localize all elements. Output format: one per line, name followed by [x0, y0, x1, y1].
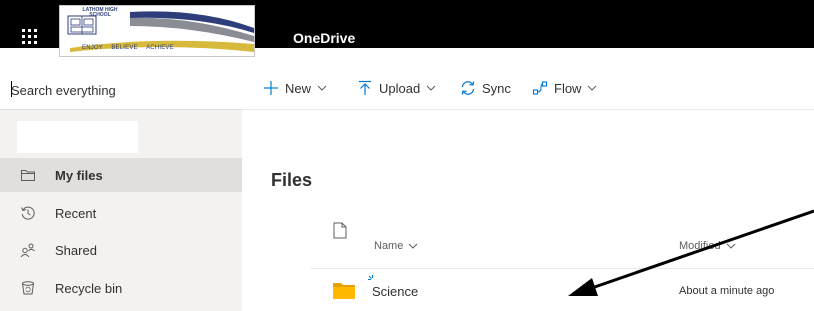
new-button[interactable]: New: [263, 78, 327, 98]
flow-icon: [532, 81, 548, 95]
nav-item-recent[interactable]: Recent: [0, 196, 242, 230]
modified-date: About a minute ago: [679, 285, 775, 297]
nav-item-label: My files: [55, 168, 103, 183]
motto-word-enjoy: ENJOY: [82, 45, 104, 51]
column-header-name[interactable]: Name: [374, 240, 418, 252]
page-title: Files: [271, 170, 313, 190]
file-type-icon: [333, 222, 347, 239]
flow-button[interactable]: Flow: [532, 78, 597, 98]
motto-word-believe: BELIEVE: [111, 45, 138, 51]
nav-item-label: Recycle bin: [55, 281, 123, 296]
flow-label: Flow: [554, 80, 582, 96]
table-row[interactable]: Science About a minute ago: [242, 270, 814, 311]
chevron-down-icon: [726, 243, 735, 249]
file-name-link[interactable]: Science: [372, 284, 418, 299]
column-header-label: Name: [374, 240, 404, 252]
upload-button[interactable]: Upload: [357, 78, 436, 98]
folder-icon: [333, 283, 355, 299]
nav-item-my-files[interactable]: My files: [0, 158, 242, 192]
people-icon: [20, 243, 35, 258]
chevron-down-icon: [408, 243, 418, 249]
school-motto: ENJOY • BELIEVE • ACHIEVE: [82, 45, 174, 51]
sync-button[interactable]: Sync: [460, 78, 511, 98]
upload-label: Upload: [379, 80, 421, 96]
recycle-bin-icon: [22, 281, 34, 295]
motto-word-achieve: ACHIEVE: [146, 45, 174, 51]
chevron-down-icon: [317, 85, 327, 91]
sync-icon: [461, 81, 475, 95]
search-box[interactable]: Search everything: [0, 66, 242, 110]
upload-icon: [359, 80, 371, 95]
waffle-icon: [21, 28, 37, 44]
column-header-modified[interactable]: Modified: [679, 240, 736, 252]
nav-item-shared[interactable]: Shared: [0, 233, 242, 267]
motto-separator: •: [140, 45, 144, 51]
user-name-placeholder: [17, 121, 138, 153]
folder-outline-icon: [21, 170, 35, 181]
nav-item-label: Recent: [55, 206, 97, 221]
search-input[interactable]: Search everything: [11, 83, 116, 98]
sync-label: Sync: [482, 80, 511, 96]
left-nav: Search everything My files Recent Shared: [0, 66, 242, 311]
school-logo[interactable]: LATHOM HIGH SCHOOL ENJOY • BELIEVE • ACHIEVE: [59, 5, 255, 57]
new-label: New: [285, 80, 312, 96]
chevron-down-icon: [588, 85, 597, 91]
column-header-label: Modified: [679, 240, 721, 252]
column-header-divider: [310, 268, 814, 269]
history-icon: [21, 206, 35, 220]
app-launcher-button[interactable]: [6, 6, 52, 66]
chevron-down-icon: [426, 85, 436, 91]
command-bar: New Upload Sync Flow: [242, 66, 814, 110]
school-crest-icon: [67, 15, 97, 35]
motto-separator: •: [106, 45, 109, 51]
nav-item-label: Shared: [55, 243, 97, 258]
plus-icon: [264, 81, 278, 95]
nav-item-recycle-bin[interactable]: Recycle bin: [0, 271, 242, 305]
new-item-icon: [368, 275, 373, 280]
app-title[interactable]: OneDrive: [293, 30, 355, 46]
